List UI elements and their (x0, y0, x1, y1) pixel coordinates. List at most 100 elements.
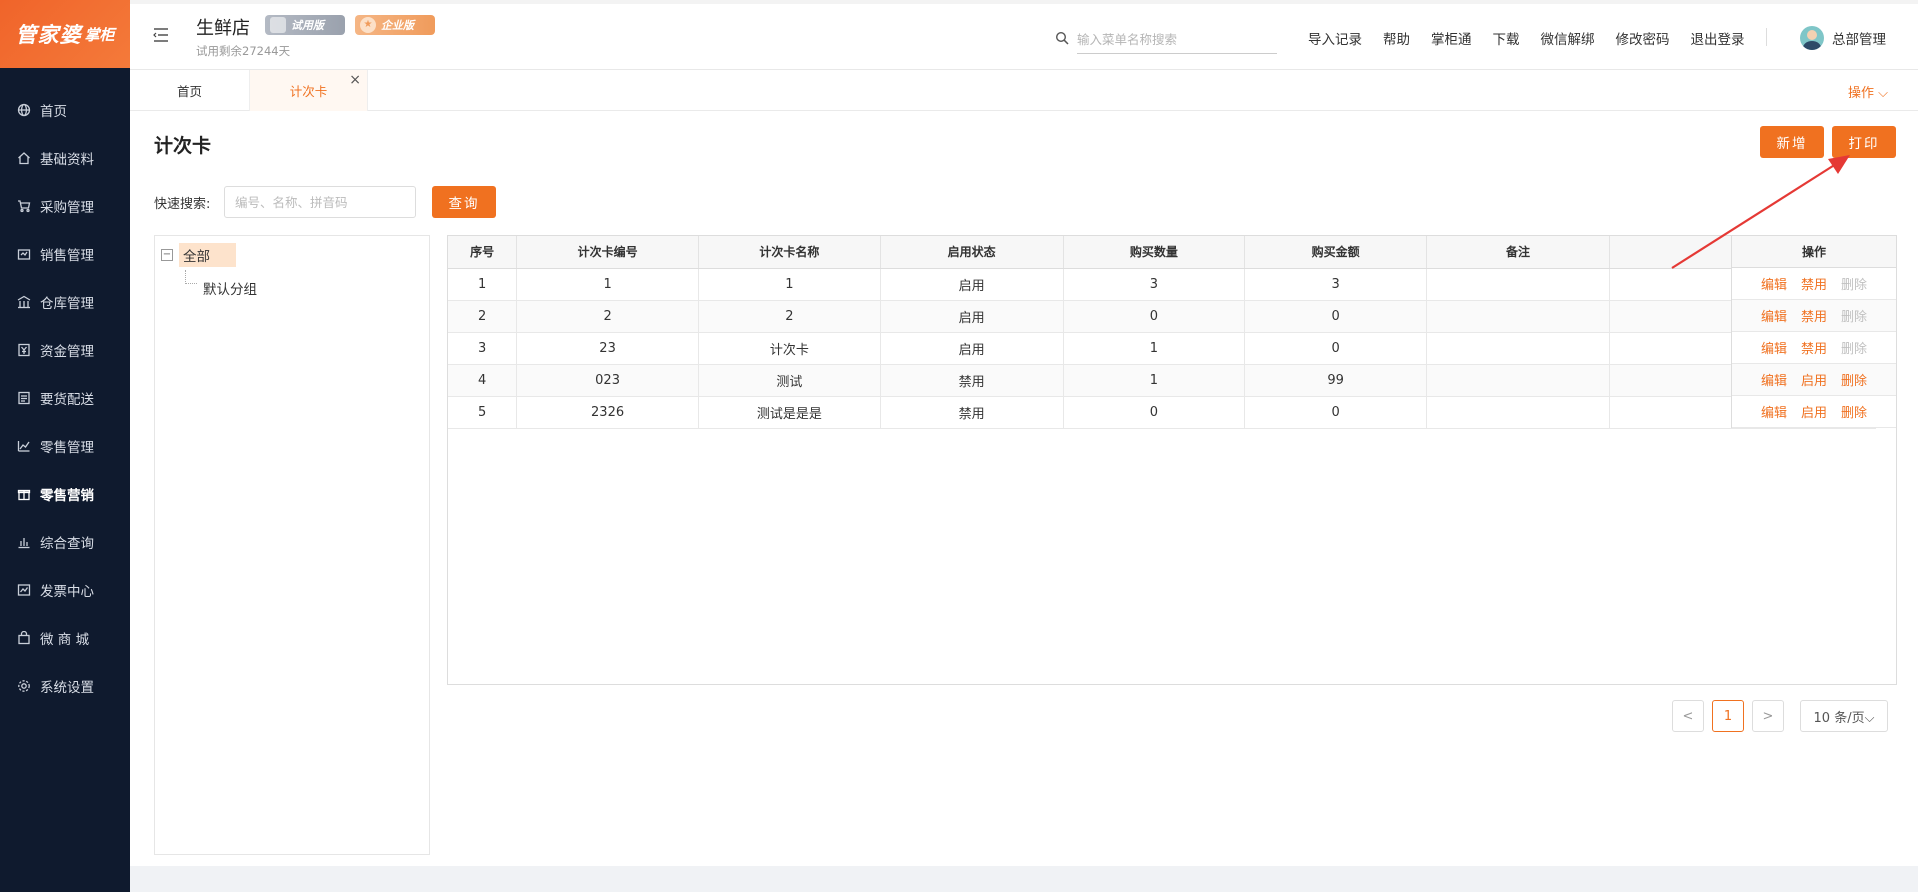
invoice-icon (16, 582, 32, 598)
sidebar-item-label: 系统设置 (40, 680, 94, 696)
quick-search-input[interactable] (224, 186, 416, 218)
sidebar-nav: 首页基础资料采购管理销售管理 仓库管理 资金管理要货配送零售管理 零售营销综合查询发票… (0, 68, 130, 710)
toggle-status-link[interactable]: 禁用 (1801, 274, 1827, 293)
table-cell: 启用 (880, 300, 1064, 333)
edit-link[interactable]: 编辑 (1761, 402, 1787, 421)
sidebar-item-label: 基础资料 (40, 152, 94, 168)
sidebar-item-label: 发票中心 (40, 584, 94, 600)
column-header[interactable]: 计次卡编号 (516, 236, 699, 269)
header-link-1[interactable]: 帮助 (1383, 28, 1410, 48)
column-header[interactable]: 购买数量 (1063, 236, 1246, 269)
sidebar-item-1[interactable]: 基础资料 (0, 134, 130, 182)
menu-search-input[interactable] (1077, 26, 1277, 54)
sidebar-item-8[interactable]: 零售营销 (0, 470, 130, 518)
edit-link[interactable]: 编辑 (1761, 370, 1787, 389)
delete-link[interactable]: 删除 (1841, 402, 1867, 421)
operations-column: 操作 编辑 禁用 删除 编辑 禁用 删除 编辑 禁用 删除 编辑 启用 删除 编辑 启用 删除 (1731, 236, 1896, 428)
table-cell: 4 (448, 364, 518, 397)
globe-icon (16, 102, 32, 118)
sidebar-item-10[interactable]: 发票中心 (0, 566, 130, 614)
row-actions: 编辑 禁用 删除 (1732, 268, 1896, 300)
tree-node-default-group[interactable]: 默认分组 (203, 278, 257, 298)
tab-count-card[interactable]: 计次卡 × (249, 70, 368, 111)
table-row[interactable]: 4 023 测试 禁用 1 99 (448, 364, 1877, 397)
sidebar-item-5[interactable]: 资金管理 (0, 326, 130, 374)
toggle-status-link[interactable]: 禁用 (1801, 338, 1827, 357)
menu-toggle-icon[interactable] (152, 26, 170, 44)
count-card-table: 序号 计次卡编号 计次卡名称 启用状态 购买数量 购买金额 备注 1 1 1 启用 3 3 2 2 2 启用 0… (447, 235, 1897, 685)
tab-home[interactable]: 首页 (130, 70, 249, 111)
trial-days-remaining: 试用剩余27244天 (196, 44, 291, 58)
column-header[interactable]: 启用状态 (880, 236, 1064, 269)
table-row[interactable]: 5 2326 测试是是是 禁用 0 0 (448, 396, 1877, 429)
column-header[interactable]: 备注 (1426, 236, 1610, 269)
cart-icon (16, 198, 32, 214)
edit-link[interactable]: 编辑 (1761, 274, 1787, 293)
sidebar-item-12[interactable]: 系统设置 (0, 662, 130, 710)
table-cell: 0 (1063, 396, 1246, 429)
close-icon[interactable]: × (349, 72, 361, 88)
sidebar-item-0[interactable]: 首页 (0, 86, 130, 134)
table-cell: 测试是是是 (698, 396, 881, 429)
toggle-status-link[interactable]: 启用 (1801, 402, 1827, 421)
operations-dropdown[interactable]: 操作 ⌵ (1848, 82, 1888, 101)
tree-node-all[interactable]: − 全部 (161, 243, 236, 267)
enterprise-badge-label: 企业版 (381, 19, 414, 32)
edit-link[interactable]: 编辑 (1761, 338, 1787, 357)
sidebar-item-7[interactable]: 零售管理 (0, 422, 130, 470)
group-tree: − 全部 默认分组 (154, 235, 430, 855)
table-cell: 测试 (698, 364, 881, 397)
chart-icon (16, 534, 32, 550)
sidebar-item-2[interactable]: 采购管理 (0, 182, 130, 230)
column-header[interactable]: 购买金额 (1244, 236, 1428, 269)
avatar (1800, 26, 1824, 50)
user-name: 总部管理 (1832, 32, 1886, 48)
edit-link[interactable]: 编辑 (1761, 306, 1787, 325)
sidebar: 管家婆 掌柜 首页 基础资料 采购管理 销售管理 仓库管理 资金管理 要货配送 零售管理 零售营… (0, 0, 130, 892)
sidebar-item-label: 要货配送 (40, 392, 94, 408)
warehouse-icon (16, 294, 32, 310)
sidebar-item-3[interactable]: 销售管理 (0, 230, 130, 278)
sidebar-item-label: 综合查询 (40, 536, 94, 552)
sidebar-item-9[interactable]: 综合查询 (0, 518, 130, 566)
add-button[interactable]: 新增 (1760, 126, 1824, 158)
table-cell: 启用 (880, 332, 1064, 365)
toggle-status-link[interactable]: 禁用 (1801, 306, 1827, 325)
query-button[interactable]: 查询 (432, 186, 496, 218)
toggle-status-link[interactable]: 启用 (1801, 370, 1827, 389)
store-name[interactable]: 生鲜店 (196, 14, 250, 40)
table-row[interactable]: 1 1 1 启用 3 3 (448, 268, 1877, 301)
table-cell: 1 (516, 268, 699, 301)
header-link-3[interactable]: 下载 (1493, 28, 1520, 48)
user-menu[interactable]: 总部管理 (1800, 26, 1886, 50)
home-icon (16, 150, 32, 166)
trial-badge-label: 试用版 (291, 19, 324, 32)
table-cell: 99 (1244, 364, 1428, 397)
table-cell: 2 (448, 300, 518, 333)
table-cell (1426, 364, 1610, 397)
table-cell: 计次卡 (698, 332, 881, 365)
table-cell (1426, 396, 1610, 429)
table-row[interactable]: 2 2 2 启用 0 0 (448, 300, 1877, 333)
collapse-icon[interactable]: − (161, 249, 173, 261)
sidebar-item-11[interactable]: 微 商 城 (0, 614, 130, 662)
page-size-select[interactable]: 10 条/页⌵ (1800, 700, 1888, 732)
pagination-prev[interactable]: < (1672, 700, 1704, 732)
finance-icon (16, 342, 32, 358)
tree-node-all-label[interactable]: 全部 (179, 243, 236, 267)
table-row[interactable]: 3 23 计次卡 启用 1 0 (448, 332, 1877, 365)
column-header[interactable]: 序号 (448, 236, 518, 269)
delete-link[interactable]: 删除 (1841, 370, 1867, 389)
header-link-4[interactable]: 微信解绑 (1541, 28, 1595, 48)
header-link-0[interactable]: 导入记录 (1308, 28, 1362, 48)
header-link-5[interactable]: 修改密码 (1616, 28, 1670, 48)
pagination-next[interactable]: > (1752, 700, 1784, 732)
header-link-2[interactable]: 掌柜通 (1431, 28, 1472, 48)
pagination-page-1[interactable]: 1 (1712, 700, 1744, 732)
sidebar-item-4[interactable]: 仓库管理 (0, 278, 130, 326)
sidebar-item-label: 采购管理 (40, 200, 94, 216)
sidebar-item-6[interactable]: 要货配送 (0, 374, 130, 422)
column-header[interactable]: 计次卡名称 (698, 236, 881, 269)
print-button[interactable]: 打印 (1832, 126, 1896, 158)
header-link-6[interactable]: 退出登录 (1691, 28, 1745, 48)
